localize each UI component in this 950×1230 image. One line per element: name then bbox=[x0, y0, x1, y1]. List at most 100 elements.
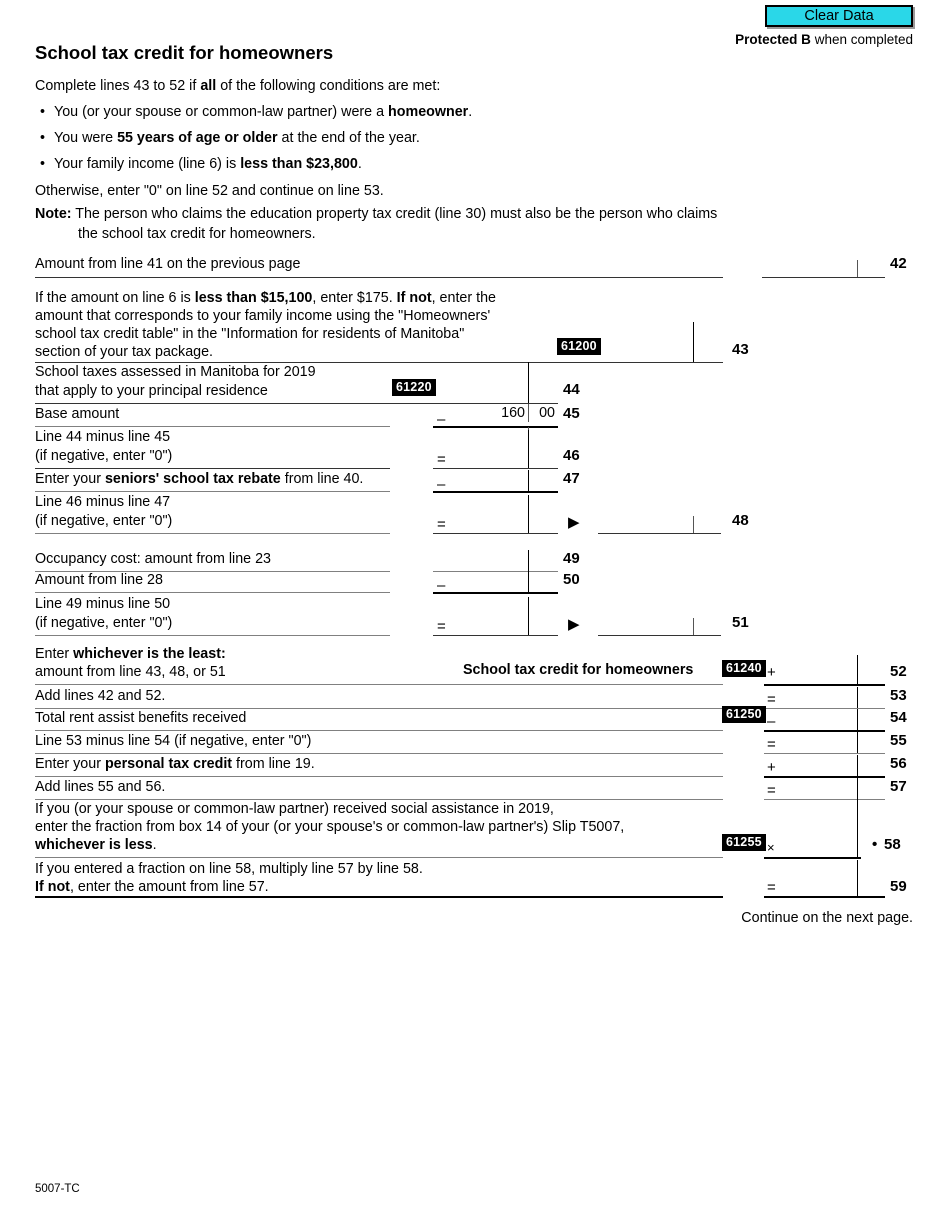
line-48-rule bbox=[35, 533, 390, 534]
intro-lead-a: Complete lines 43 to 52 if bbox=[35, 78, 201, 94]
line-56-a: Enter your bbox=[35, 756, 105, 772]
line-59-cents-divider bbox=[857, 860, 858, 896]
line-56-b: personal tax credit bbox=[104, 756, 233, 772]
line-43-text-4: section of your tax package. bbox=[35, 344, 214, 360]
line-52-total-rule[interactable] bbox=[764, 684, 885, 686]
intro-lead-bold: all bbox=[200, 78, 217, 94]
line-56-c: from line 19. bbox=[232, 756, 315, 772]
line-49-number: 49 bbox=[563, 550, 580, 567]
line-58-code-box: 61255 bbox=[722, 834, 766, 851]
line-58-label-rule bbox=[35, 857, 723, 858]
line-48-cents-divider bbox=[528, 495, 529, 533]
line-46-amount-field[interactable] bbox=[433, 468, 558, 469]
continue-note: Continue on the next page. bbox=[741, 910, 913, 926]
line-50-operator: – bbox=[437, 577, 446, 594]
intro-lead-b: of the following conditions are met: bbox=[216, 78, 441, 94]
line-47-b: seniors' school tax rebate bbox=[104, 471, 281, 487]
line-58-total-rule[interactable] bbox=[764, 857, 861, 859]
line-47-label-rule bbox=[35, 491, 390, 492]
line-56-label-rule bbox=[35, 776, 723, 777]
line-53-cents-divider bbox=[857, 687, 858, 708]
line-46-number: 46 bbox=[563, 447, 580, 464]
line-59-amount-field[interactable] bbox=[764, 896, 885, 898]
line-43-text-1: If the amount on line 6 is less than $15… bbox=[35, 289, 496, 308]
line-59-t2c: , enter the amount from line 57. bbox=[69, 879, 269, 895]
line-52-credit-label: School tax credit for homeowners bbox=[463, 662, 694, 678]
line-57-amount-field[interactable] bbox=[764, 799, 885, 800]
line-52-operator: + bbox=[767, 664, 776, 681]
line-47-operator: – bbox=[437, 476, 446, 493]
line-48-number: 48 bbox=[732, 512, 749, 529]
intro-lead: Complete lines 43 to 52 if all of the fo… bbox=[35, 77, 440, 96]
line-53-label: Add lines 42 and 52. bbox=[35, 688, 166, 704]
line-48-subtotal-field[interactable] bbox=[433, 533, 558, 534]
line-52-t1a: Enter bbox=[35, 646, 74, 662]
line-52-cents-divider bbox=[857, 655, 858, 684]
line-42-number: 42 bbox=[890, 255, 907, 272]
line-58-t3b: whichever is less bbox=[35, 837, 153, 853]
bullet-1-c: . bbox=[468, 104, 473, 120]
bullet-2-b: 55 years of age or older bbox=[117, 130, 278, 146]
line-46-cents-divider bbox=[528, 430, 529, 468]
line-51-rule bbox=[35, 635, 390, 636]
line-42-amount-field[interactable] bbox=[762, 277, 885, 278]
line-43-t1c: , enter $175. bbox=[312, 290, 397, 306]
line-43-t1d: If not bbox=[396, 290, 432, 306]
line-46-text-1: Line 44 minus line 45 bbox=[35, 429, 171, 445]
line-51-text-2: (if negative, enter "0") bbox=[35, 615, 173, 631]
line-58-text-3: whichever is less. bbox=[35, 836, 157, 855]
protected-b-label: Protected B when completed bbox=[600, 32, 913, 47]
line-48-amount-field[interactable] bbox=[598, 533, 721, 534]
condition-bullet-1: • You (or your spouse or common-law partn… bbox=[40, 103, 472, 122]
line-56-total-rule[interactable] bbox=[764, 776, 885, 778]
line-50-label-rule bbox=[35, 592, 390, 593]
line-47-total-rule[interactable] bbox=[433, 491, 558, 493]
line-43-t1b: less than $15,100 bbox=[194, 290, 313, 306]
line-44-code-box: 61220 bbox=[392, 379, 436, 396]
line-52-text-1: Enter whichever is the least: bbox=[35, 645, 226, 664]
line-51-number: 51 bbox=[732, 614, 749, 631]
line-47-a: Enter your bbox=[35, 471, 105, 487]
line-51-cents-divider bbox=[528, 597, 529, 635]
line-58-number: 58 bbox=[884, 836, 901, 853]
line-58-text-1: If you (or your spouse or common-law par… bbox=[35, 801, 554, 817]
line-43-t1e: , enter the bbox=[431, 290, 496, 306]
line-50-number: 50 bbox=[563, 571, 580, 588]
line-55-amount-field[interactable] bbox=[764, 753, 885, 754]
line-51-subtotal-field[interactable] bbox=[433, 635, 558, 636]
line-45-preprinted-cents: 00 bbox=[539, 405, 555, 421]
line-56-number: 56 bbox=[890, 755, 907, 772]
line-55-label: Line 53 minus line 54 (if negative, ente… bbox=[35, 733, 312, 749]
line-57-number: 57 bbox=[890, 778, 907, 795]
line-45-number: 45 bbox=[563, 405, 580, 422]
line-52-text-2: amount from line 43, 48, or 51 bbox=[35, 664, 226, 680]
line-57-operator: = bbox=[767, 782, 776, 799]
line-59-text-2: If not, enter the amount from line 57. bbox=[35, 878, 269, 897]
line-45-label-rule bbox=[35, 426, 390, 427]
line-50-label: Amount from line 28 bbox=[35, 572, 163, 588]
line-59-number: 59 bbox=[890, 878, 907, 895]
line-45-operator: – bbox=[437, 411, 446, 428]
note-label: Note: bbox=[35, 206, 72, 222]
line-48-text-1: Line 46 minus line 47 bbox=[35, 494, 171, 510]
line-54-label-rule bbox=[35, 730, 723, 731]
line-54-total-rule[interactable] bbox=[764, 730, 885, 732]
bullet-3-c: . bbox=[357, 156, 362, 172]
line-58-bullet-dot-icon: • bbox=[872, 836, 878, 853]
line-48-operator: = bbox=[437, 516, 446, 533]
line-43-number: 43 bbox=[732, 341, 749, 358]
line-51-amount-field[interactable] bbox=[598, 635, 721, 636]
clear-data-button[interactable]: Clear Data bbox=[765, 5, 913, 27]
bullet-2-c: at the end of the year. bbox=[277, 130, 420, 146]
line-49-amount-field[interactable] bbox=[433, 571, 558, 572]
line-47-c: from line 40. bbox=[280, 471, 364, 487]
line-51-text-1: Line 49 minus line 50 bbox=[35, 596, 171, 612]
line-50-total-rule[interactable] bbox=[433, 592, 558, 594]
line-48-right-cents-divider bbox=[693, 516, 694, 533]
line-44-rule bbox=[35, 403, 558, 404]
line-54-label: Total rent assist benefits received bbox=[35, 710, 247, 726]
line-46-rule bbox=[35, 468, 390, 469]
line-53-number: 53 bbox=[890, 687, 907, 704]
line-59-label-rule bbox=[35, 896, 723, 898]
line-53-amount-field[interactable] bbox=[764, 708, 885, 709]
